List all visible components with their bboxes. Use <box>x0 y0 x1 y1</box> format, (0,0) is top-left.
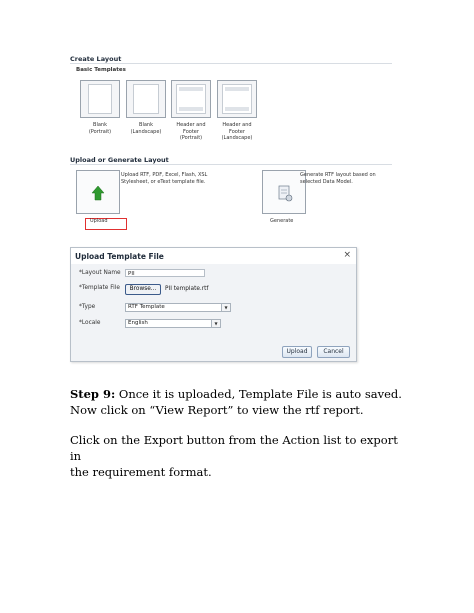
header-footer-portrait-template-icon <box>171 80 211 118</box>
template-blank-portrait[interactable]: Blank (Portrait) <box>78 80 122 135</box>
upload-template-dialog: Upload Template File × *Layout Name PII … <box>70 247 357 362</box>
generate-description: Generate RTF layout based on selected Da… <box>300 172 400 186</box>
upload-arrow-icon <box>91 185 105 201</box>
browse-button[interactable]: Browse... <box>125 284 161 295</box>
upload-tile[interactable] <box>76 170 120 214</box>
step-line-1: Step 9: Once it is uploaded, Template Fi… <box>70 386 410 402</box>
layout-name-input[interactable]: PII <box>125 269 205 277</box>
close-icon[interactable]: × <box>343 250 351 260</box>
type-select-value: RTF Template <box>128 304 165 310</box>
template-label-line: (Landscape) <box>221 135 253 141</box>
export-paragraph: Click on the Export button from the Acti… <box>70 432 410 480</box>
upload-desc-line: Stylesheet, or eText template file. <box>121 179 206 185</box>
type-select[interactable]: RTF Template ▼ <box>125 303 231 312</box>
upload-generate-divider <box>70 164 392 165</box>
step-label: Step 9: <box>70 387 116 401</box>
dialog-title: Upload Template File <box>75 252 164 261</box>
create-layout-divider <box>70 63 392 64</box>
template-label-line: (Landscape) <box>130 128 162 135</box>
locale-select-value: English <box>128 320 148 326</box>
export-line-2: the requirement format. <box>70 465 212 479</box>
chevron-down-icon: ▼ <box>211 320 220 327</box>
template-header-footer-landscape[interactable]: Header and Footer (Landscape) <box>215 80 259 142</box>
cancel-button[interactable]: Cancel <box>317 346 350 358</box>
upload-label[interactable]: Upload <box>90 218 108 224</box>
generate-desc-line: selected Data Model. <box>300 179 353 185</box>
create-layout-title: Create Layout <box>70 55 122 63</box>
blank-portrait-template-icon <box>80 80 120 118</box>
upload-desc-line: Upload RTF, PDF, Excel, Flash, XSL <box>121 172 208 178</box>
chevron-down-icon: ▼ <box>221 304 230 311</box>
template-file-label: *Template File <box>79 285 120 291</box>
step-line-2: Now click on “View Report” to view the r… <box>70 403 364 417</box>
document-page: Create Layout Basic Templates Blank (Por… <box>0 0 474 613</box>
generate-label[interactable]: Generate <box>270 218 293 224</box>
upload-button[interactable]: Upload <box>282 346 312 358</box>
step-paragraph: Step 9: Once it is uploaded, Template Fi… <box>70 386 410 418</box>
blank-landscape-template-icon <box>126 80 166 118</box>
dialog-header: Upload Template File × <box>71 248 356 265</box>
locale-label: *Locale <box>79 320 101 326</box>
generate-desc-line: Generate RTF layout based on <box>300 172 376 178</box>
template-file-name: PII template.rtf <box>165 286 209 292</box>
upload-generate-title: Upload or Generate Layout <box>70 156 169 164</box>
type-label: *Type <box>79 304 96 310</box>
dialog-body: *Layout Name PII *Template File Browse..… <box>71 264 356 361</box>
locale-select[interactable]: English ▼ <box>125 319 221 328</box>
basic-templates-title: Basic Templates <box>76 67 126 73</box>
layout-name-label: *Layout Name <box>79 270 121 276</box>
step-line-1-text: Once it is uploaded, Template File is au… <box>115 387 402 401</box>
template-label-line: (Portrait) <box>179 135 203 141</box>
header-footer-landscape-template-icon <box>217 80 257 118</box>
template-header-footer-portrait[interactable]: Header and Footer (Portrait) <box>169 80 213 142</box>
template-label-line: (Portrait) <box>88 128 112 135</box>
export-line-1: Click on the Export button from the Acti… <box>70 433 398 463</box>
upload-description: Upload RTF, PDF, Excel, Flash, XSL Style… <box>121 172 221 186</box>
template-blank-landscape[interactable]: Blank (Landscape) <box>124 80 168 135</box>
